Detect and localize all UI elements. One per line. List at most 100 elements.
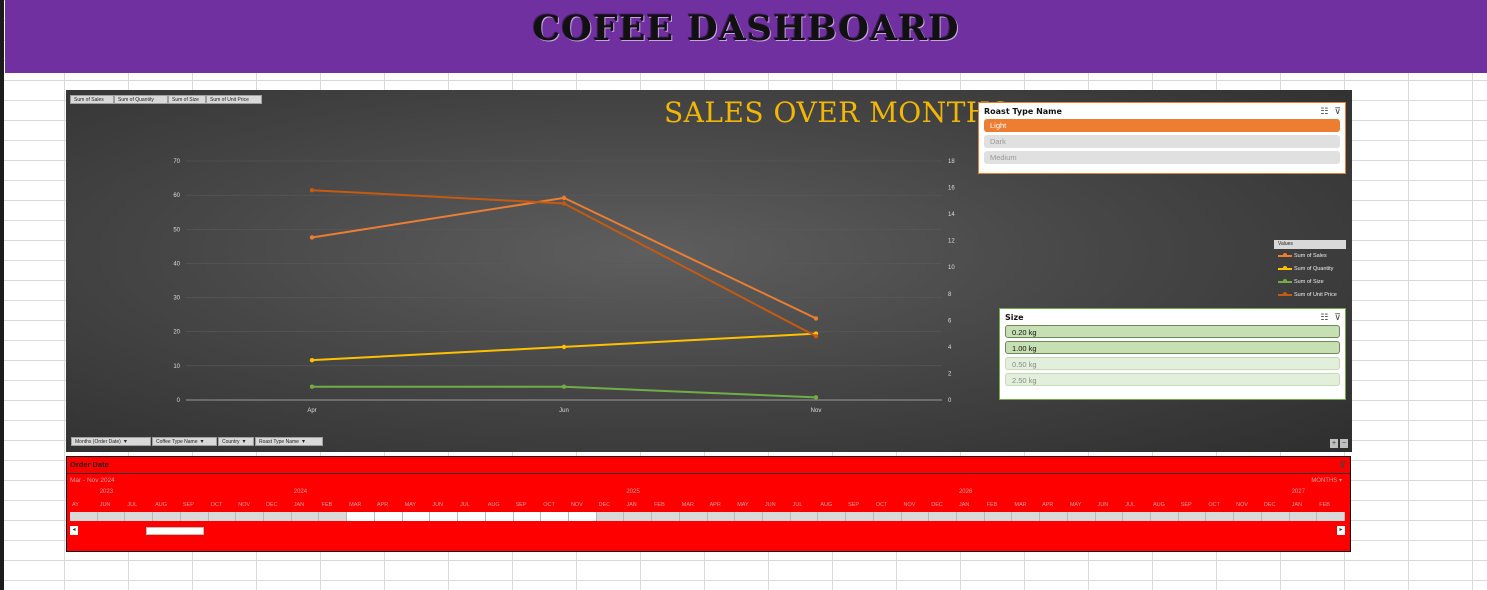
timeline-period-cell[interactable] — [1068, 512, 1096, 521]
axis-field-button[interactable]: Months (Order Date) ▾ — [71, 437, 151, 446]
timeline-period-cell[interactable] — [1234, 512, 1262, 521]
timeline-period-cell[interactable] — [153, 512, 181, 521]
timeline-month-label: DEC — [266, 502, 278, 508]
timeline-period-cell[interactable] — [708, 512, 736, 521]
dropdown-icon[interactable]: ▾ — [243, 439, 246, 445]
clear-filter-icon[interactable]: ⊽ — [1334, 106, 1341, 117]
chart-legend: Values Sum of Sales Sum of Quantity Sum of… — [1274, 240, 1346, 301]
timeline-period-cell[interactable] — [402, 512, 431, 521]
timeline-period-cell[interactable] — [624, 512, 653, 521]
legend-swatch — [1278, 266, 1292, 270]
timeline-period-cell[interactable] — [374, 512, 403, 521]
timeline-period-cell[interactable] — [568, 512, 597, 521]
timeline-month-label: SEP — [1180, 502, 1192, 508]
y-left-tick-label: 70 — [173, 159, 180, 165]
timeline-month-label: JAN — [626, 502, 637, 508]
expand-icon[interactable]: + — [1330, 439, 1338, 448]
y-right-tick-label: 14 — [948, 212, 955, 218]
timeline-period-cell[interactable] — [735, 512, 763, 521]
axis-field-button[interactable]: Roast Type Name ▾ — [255, 437, 323, 446]
data-point — [309, 235, 315, 240]
dropdown-icon[interactable]: ▾ — [201, 439, 204, 445]
timeline-period-cell[interactable] — [264, 512, 292, 521]
timeline-period-cell[interactable] — [98, 512, 126, 521]
timeline-period-cell[interactable] — [763, 512, 791, 521]
timeline-period-cell[interactable] — [957, 512, 985, 521]
timeline-period-cell[interactable] — [347, 512, 375, 521]
size-slicer: Size ☷ ⊽ 0.20 kg 1.00 kg 0.50 kg 2.50 kg — [999, 308, 1346, 400]
axis-field-button[interactable]: Country ▾ — [218, 437, 254, 446]
timeline-period-cell[interactable] — [1151, 512, 1179, 521]
y-right-tick-label: 4 — [948, 345, 952, 351]
timeline-period-cell[interactable] — [985, 512, 1013, 521]
timeline-year-label: 2023 — [99, 489, 114, 495]
timeline-period-cell[interactable] — [1262, 512, 1290, 521]
timeline-period-cell[interactable] — [1179, 512, 1207, 521]
x-tick-label: Nov — [811, 408, 822, 414]
timeline-period-cell[interactable] — [513, 512, 542, 521]
timeline-month-label: AY — [72, 502, 79, 508]
legend-swatch — [1278, 292, 1292, 296]
timeline-period-cell[interactable] — [319, 512, 348, 521]
timeline-period-cell[interactable] — [1290, 512, 1318, 521]
timeline-period-cell[interactable] — [125, 512, 154, 521]
timeline-bar[interactable] — [70, 512, 1346, 521]
timeline-period-cell[interactable] — [70, 512, 98, 521]
size-option[interactable]: 1.00 kg — [1005, 341, 1340, 354]
scroll-left-icon[interactable]: ◂ — [70, 526, 78, 535]
timeline-period-cell[interactable] — [791, 512, 819, 521]
dropdown-icon[interactable]: ▾ — [124, 439, 127, 445]
timeline-period-cell[interactable] — [1012, 512, 1041, 521]
data-point — [813, 334, 819, 339]
collapse-icon[interactable]: − — [1340, 439, 1348, 448]
timeline-period-cell[interactable] — [680, 512, 708, 521]
timeline-period-cell[interactable] — [902, 512, 930, 521]
series-line — [311, 196, 817, 320]
legend-swatch — [1278, 279, 1292, 283]
multi-select-icon[interactable]: ☷ — [1320, 106, 1328, 117]
size-option[interactable]: 0.20 kg — [1005, 325, 1340, 338]
timeline-period-cell[interactable] — [1096, 512, 1124, 521]
timeline-period-cell[interactable] — [818, 512, 847, 521]
timeline-level-dropdown[interactable]: MONTHS ▾ — [1311, 477, 1342, 484]
timeline-period-cell[interactable] — [292, 512, 320, 521]
timeline-period-cell[interactable] — [485, 512, 514, 521]
timeline-scrollbar[interactable]: ◂ ▸ — [70, 526, 1345, 536]
timeline-period-cell[interactable] — [430, 512, 459, 521]
timeline-period-cell[interactable] — [929, 512, 957, 521]
timeline-period-cell[interactable] — [236, 512, 265, 521]
timeline-period-cell[interactable] — [652, 512, 680, 521]
timeline-period-cell[interactable] — [874, 512, 902, 521]
timeline-month-label: SEP — [515, 502, 527, 508]
multi-select-icon[interactable]: ☷ — [1320, 312, 1328, 323]
roast-slicer-title: Roast Type Name — [984, 106, 1062, 116]
y-right-tick-label: 2 — [948, 371, 952, 377]
timeline-period-cell[interactable] — [1317, 512, 1346, 521]
clear-filter-icon[interactable]: ⊽ — [1339, 457, 1346, 473]
timeline-period-cell[interactable] — [541, 512, 569, 521]
timeline-period-cell[interactable] — [846, 512, 874, 521]
timeline-month-label: AUG — [487, 502, 500, 508]
roast-type-option[interactable]: Medium — [984, 151, 1340, 164]
scroll-thumb[interactable] — [146, 527, 204, 535]
axis-field-button[interactable]: Coffee Type Name ▾ — [152, 437, 217, 446]
timeline-month-label: JAN — [293, 502, 305, 508]
scroll-right-icon[interactable]: ▸ — [1337, 526, 1345, 535]
dropdown-icon[interactable]: ▾ — [302, 439, 305, 445]
clear-filter-icon[interactable]: ⊽ — [1334, 312, 1341, 323]
timeline-period-cell[interactable] — [1123, 512, 1152, 521]
timeline-period-cell[interactable] — [1206, 512, 1235, 521]
y-left-tick-label: 40 — [173, 261, 180, 267]
timeline-period-cell[interactable] — [209, 512, 237, 521]
timeline-period-cell[interactable] — [597, 512, 625, 521]
legend-swatch — [1278, 253, 1292, 257]
legend-item: Sum of Unit Price — [1274, 288, 1346, 301]
timeline-period-cell[interactable] — [181, 512, 209, 521]
size-option[interactable]: 0.50 kg — [1005, 357, 1340, 370]
timeline-period-cell[interactable] — [1040, 512, 1068, 521]
size-option[interactable]: 2.50 kg — [1005, 373, 1340, 386]
roast-type-option[interactable]: Dark — [984, 135, 1340, 148]
roast-type-option[interactable]: Light — [984, 119, 1340, 132]
timeline-month-label: OCT — [543, 502, 555, 508]
timeline-period-cell[interactable] — [458, 512, 486, 521]
